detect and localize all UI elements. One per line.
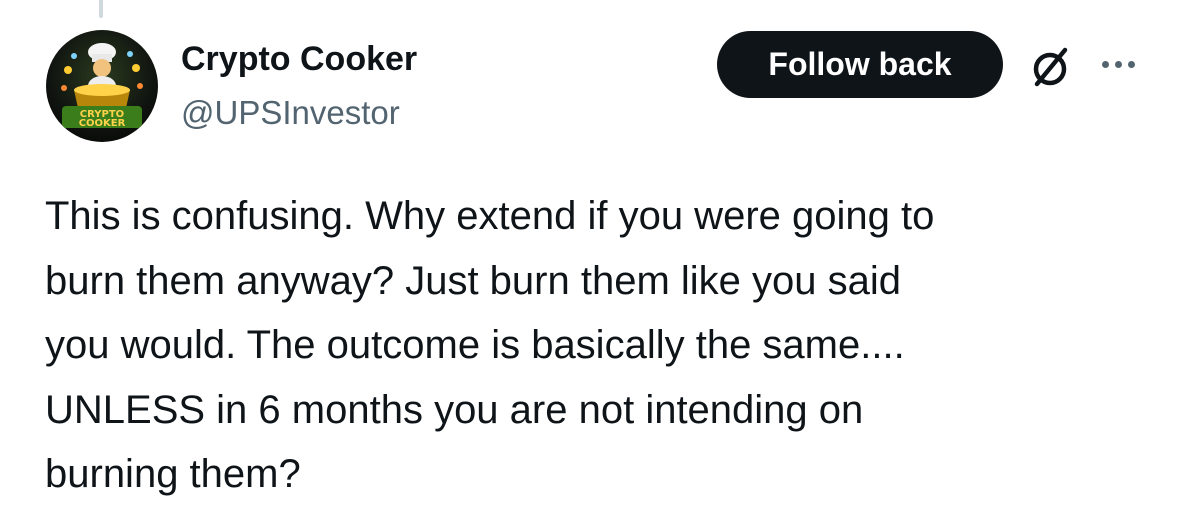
tweet-text-line: burn them anyway? Just burn them like yo…: [45, 258, 901, 303]
tweet-text-line: burning them?: [45, 452, 301, 496]
more-dot: [1102, 60, 1109, 68]
more-horizontal-icon[interactable]: [1102, 54, 1152, 74]
tweet-text-line: you would. The outcome is basically the …: [45, 323, 905, 367]
tweet-text-line: This is confusing. Why extend if you wer…: [45, 194, 935, 238]
slash-circle-icon[interactable]: [1025, 42, 1075, 92]
tweet-text-line: UNLESS in 6 months you are not intending…: [45, 387, 864, 432]
more-dot: [1128, 60, 1135, 68]
author-name[interactable]: Crypto Cooker: [181, 38, 417, 80]
avatar[interactable]: CRYPTO COOKER: [46, 30, 158, 142]
avatar-text-line-2: COOKER: [79, 118, 126, 129]
tweet-text: This is confusing. Why extend if you wer…: [45, 184, 1165, 507]
author-handle[interactable]: @UPSInvestor: [181, 92, 400, 134]
thread-connector-line: [99, 0, 103, 18]
more-dot: [1115, 60, 1122, 68]
follow-back-button[interactable]: Follow back: [717, 31, 1003, 98]
avatar-image: CRYPTO COOKER: [61, 43, 143, 129]
